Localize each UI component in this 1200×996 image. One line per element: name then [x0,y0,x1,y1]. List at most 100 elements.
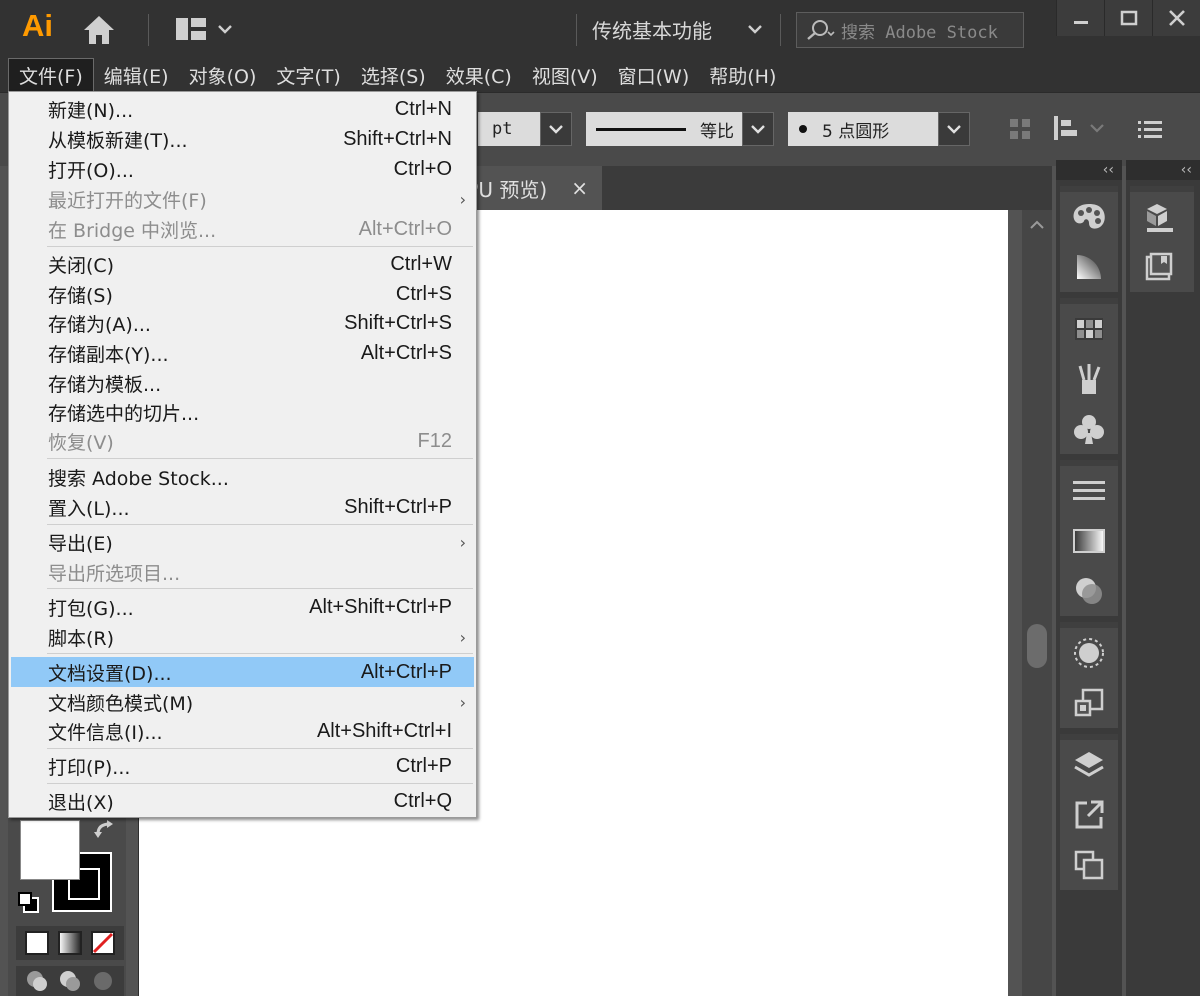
default-fill-stroke-icon[interactable] [18,892,40,914]
stroke-weight-dropdown[interactable] [540,112,572,146]
chevron-up-icon[interactable] [1030,220,1044,230]
menu-file[interactable]: 文件(F) [8,58,94,92]
menu-separator [47,653,473,654]
menu-item-package[interactable]: 打包(G)... Alt+Shift+Ctrl+P [11,592,474,622]
panel-dock-2: ‹‹ [1126,160,1200,996]
brushes-panel-button[interactable] [1060,354,1118,404]
menu-item-close[interactable]: 关闭(C) Ctrl+W [11,249,474,279]
menu-item-document-setup[interactable]: 文档设置(D)... Alt+Ctrl+P [11,657,474,687]
menu-effect[interactable]: 效果(C) [436,58,522,92]
3d-panel-button[interactable] [1130,192,1188,242]
workspace-switcher[interactable]: 传统基本功能 [592,12,762,46]
gradient-mode-icon[interactable] [57,931,82,955]
title-separator [576,14,577,46]
brush-definition[interactable]: 5 点圆形 [788,112,938,146]
swatches-panel-button[interactable] [1060,304,1118,354]
close-window-button[interactable] [1152,0,1200,36]
stock-search-input[interactable]: 搜索 Adobe Stock [796,12,1024,48]
menu-object[interactable]: 对象(O) [179,58,267,92]
panel-group-color [1060,186,1118,292]
menu-item-file-info[interactable]: 文件信息(I)... Alt+Shift+Ctrl+I [11,716,474,746]
3d-cube-icon [1147,204,1173,232]
collapse-panels-2[interactable]: ‹‹ [1126,160,1200,180]
asset-export-icon [1075,800,1104,829]
menu-item-place[interactable]: 置入(L)... Shift+Ctrl+P [11,492,474,522]
graphic-styles-panel-button[interactable] [1060,678,1118,728]
menu-view[interactable]: 视图(V) [522,58,608,92]
color-panel-button[interactable] [1060,192,1118,242]
menu-item-save-selected-slices[interactable]: 存储选中的切片... [11,397,474,427]
profile-dropdown[interactable] [742,112,774,146]
align-grid-icon[interactable] [1008,117,1032,145]
artboards-panel-button[interactable] [1060,840,1118,890]
align-icon [1054,116,1077,140]
minimize-button[interactable] [1056,0,1104,36]
tools-panel [8,808,126,996]
menu-item-save-as[interactable]: 存储为(A)... Shift+Ctrl+S [11,308,474,338]
panel-menu-icon[interactable] [1138,119,1162,143]
fill-color-swatch[interactable] [20,820,80,880]
menu-item-shortcut: Ctrl+N [394,97,452,120]
menu-item-scripts[interactable]: 脚本(R) › [11,622,474,652]
color-mode-icon[interactable] [24,931,49,955]
menu-item-print[interactable]: 打印(P)... Ctrl+P [11,751,474,781]
stroke-unit: pt [492,119,513,139]
transparency-panel-button[interactable] [1060,566,1118,616]
close-tab-icon[interactable]: × [571,176,588,200]
menu-item-label: 打包(G)... [48,597,134,620]
brush-dropdown[interactable] [938,112,970,146]
menu-item-exit[interactable]: 退出(X) Ctrl+Q [11,786,474,816]
maximize-button[interactable] [1104,0,1152,36]
menu-separator [47,524,473,525]
menu-item-open-recent: 最近打开的文件(F) › [11,184,474,214]
none-mode-icon[interactable] [91,931,116,955]
swap-fill-stroke-icon[interactable] [94,820,118,842]
draw-behind-icon[interactable] [58,969,82,993]
draw-normal-icon[interactable] [25,969,49,993]
file-menu-dropdown: 新建(N)... Ctrl+N 从模板新建(T)... Shift+Ctrl+N 打… [8,91,477,818]
asset-export-panel-button[interactable] [1060,790,1118,840]
home-icon[interactable] [82,14,116,46]
profile-label: 等比 [700,121,734,142]
symbols-panel-button[interactable] [1060,404,1118,454]
menu-window[interactable]: 窗口(W) [608,58,700,92]
arrange-documents-icon [176,18,206,40]
menu-item-new[interactable]: 新建(N)... Ctrl+N [11,94,474,124]
menu-item-export[interactable]: 导出(E) › [11,527,474,557]
swatches-icon [1075,318,1103,340]
menu-edit[interactable]: 编辑(E) [94,58,179,92]
arrange-documents-button[interactable] [176,14,244,44]
menu-item-label: 存储(S) [48,284,113,307]
submenu-arrow-icon: › [459,189,466,209]
menu-select[interactable]: 选择(S) [351,58,436,92]
draw-inside-icon[interactable] [91,969,115,993]
variable-width-profile[interactable]: 等比 [586,112,742,146]
menu-item-save-copy[interactable]: 存储副本(Y)... Alt+Ctrl+S [11,338,474,368]
menu-item-save[interactable]: 存储(S) Ctrl+S [11,279,474,309]
menu-item-search-adobe-stock[interactable]: 搜索 Adobe Stock... [11,462,474,492]
menu-item-label: 恢复(V) [48,431,114,454]
menu-item-open[interactable]: 打开(O)... Ctrl+O [11,154,474,184]
appearance-panel-button[interactable] [1060,628,1118,678]
stroke-line-icon [596,128,686,131]
gradient-panel-button[interactable] [1060,516,1118,566]
menu-item-label: 新建(N)... [48,99,134,122]
align-options-button[interactable] [1052,115,1104,141]
stroke-weight-field[interactable]: pt [478,112,542,146]
menu-item-document-color-mode[interactable]: 文档颜色模式(M) › [11,687,474,717]
color-guide-panel-button[interactable] [1060,242,1118,292]
menu-help[interactable]: 帮助(H) [699,58,786,92]
menu-item-save-as-template[interactable]: 存储为模板... [11,368,474,398]
menu-item-shortcut: Ctrl+P [395,754,452,777]
menu-item-shortcut: Shift+Ctrl+N [343,127,452,150]
vertical-scrollbar[interactable] [1022,210,1052,996]
stroke-panel-button[interactable] [1060,466,1118,516]
menu-item-label: 脚本(R) [48,627,115,650]
menu-type[interactable]: 文字(T) [266,58,350,92]
libraries-panel-button[interactable] [1130,242,1188,292]
close-icon [1168,10,1185,26]
collapse-panels-1[interactable]: ‹‹ [1056,160,1122,180]
menu-item-new-from-template[interactable]: 从模板新建(T)... Shift+Ctrl+N [11,124,474,154]
scrollbar-thumb[interactable] [1027,624,1047,668]
layers-panel-button[interactable] [1060,740,1118,790]
